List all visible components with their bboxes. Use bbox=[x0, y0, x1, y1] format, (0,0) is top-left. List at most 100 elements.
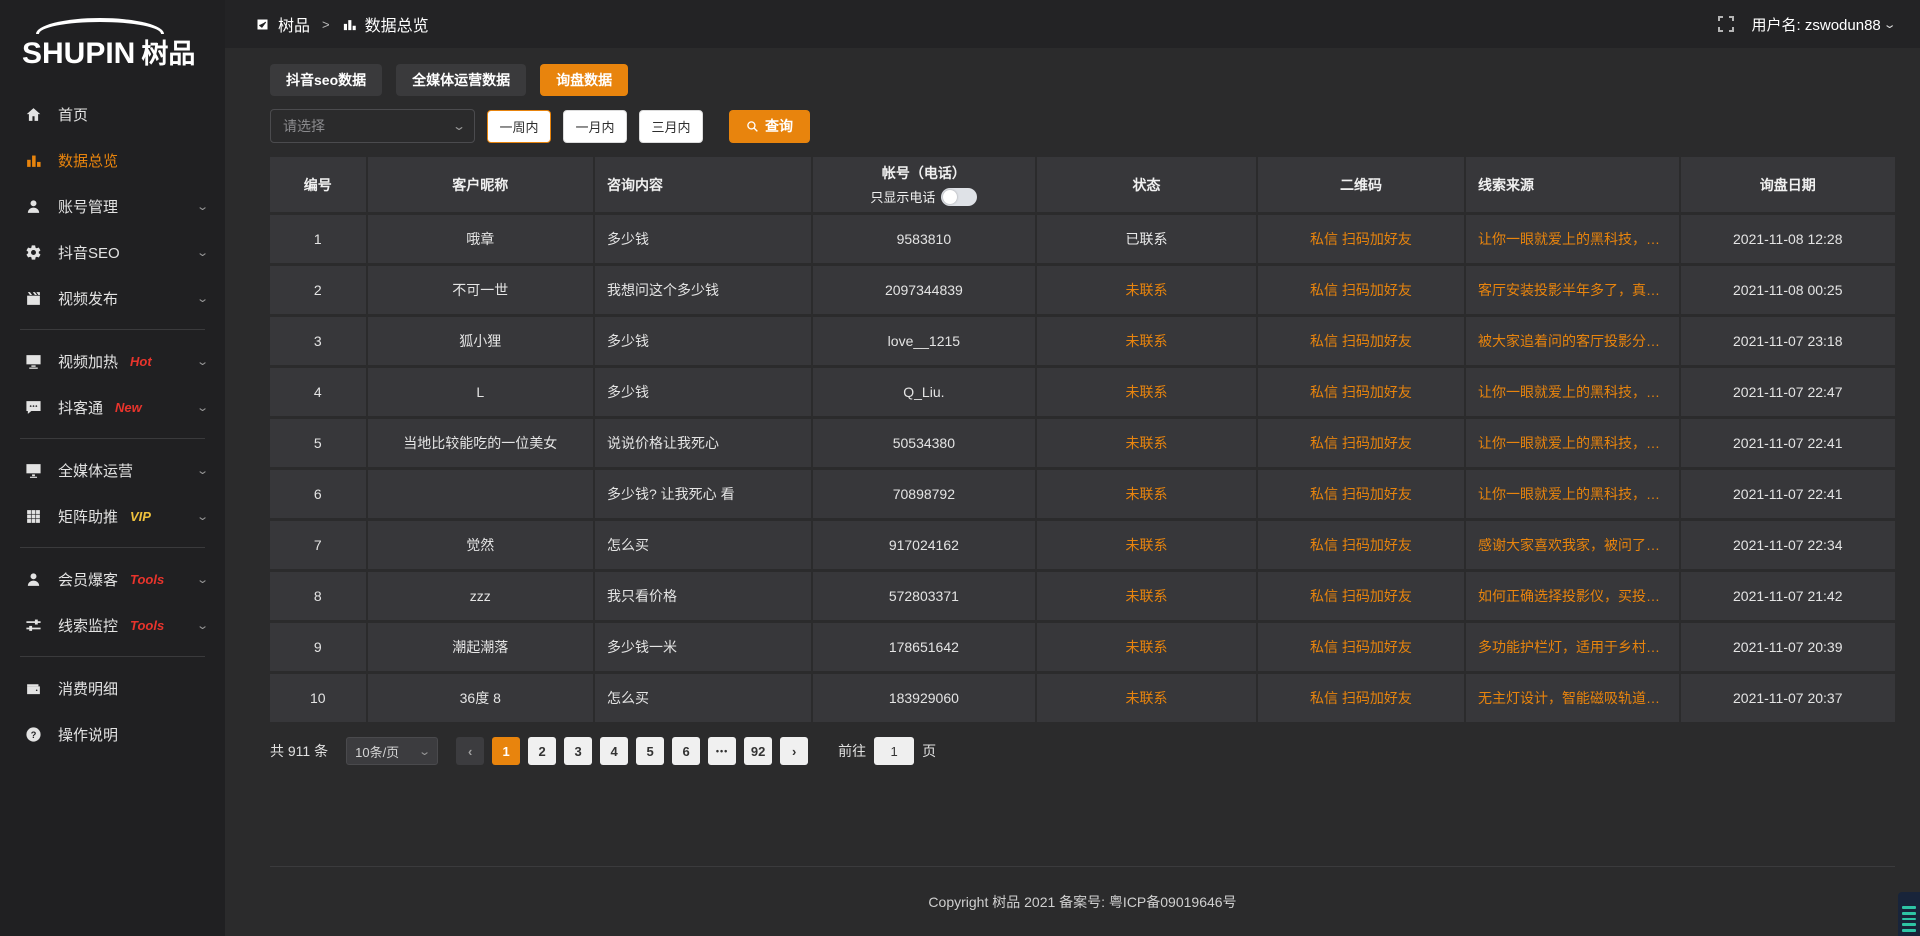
query-button[interactable]: 查询 bbox=[729, 110, 810, 143]
sidebar-item-video-heat[interactable]: 视频加热 Hot ⌄ bbox=[0, 338, 225, 384]
source-link[interactable]: 多功能护栏灯，适用于乡村文... bbox=[1466, 623, 1681, 674]
more-pages-button[interactable]: ••• bbox=[708, 737, 736, 765]
cell-nickname bbox=[368, 470, 596, 521]
breadcrumb-root[interactable]: 树品 bbox=[278, 12, 310, 36]
cell-account: 183929060 bbox=[813, 674, 1037, 725]
sidebar-item-douyin-seo[interactable]: 抖音SEO ⌄ bbox=[0, 229, 225, 275]
breadcrumb-separator: > bbox=[322, 17, 330, 32]
qrcode-link[interactable]: 私信 扫码加好友 bbox=[1258, 266, 1466, 317]
total-count: 共 911 条 bbox=[270, 741, 328, 761]
pagination: 共 911 条 10条/页 ⌄ ‹ 1 2 3 4 5 6 ••• 92 › 前… bbox=[270, 737, 1895, 765]
user-menu[interactable]: 用户名: zswodun88 ⌄ bbox=[1752, 14, 1894, 35]
page-button-4[interactable]: 4 bbox=[600, 737, 628, 765]
sidebar-item-doukeotong[interactable]: 抖客通 New ⌄ bbox=[0, 384, 225, 430]
sidebar-item-matrix-boost[interactable]: 矩阵助推 VIP ⌄ bbox=[0, 493, 225, 539]
cell-nickname: 觉然 bbox=[368, 521, 596, 572]
qrcode-link[interactable]: 私信 扫码加好友 bbox=[1258, 215, 1466, 266]
tab-inquiry-data[interactable]: 询盘数据 bbox=[540, 64, 628, 96]
col-source: 线索来源 bbox=[1466, 157, 1681, 215]
sidebar-item-instructions[interactable]: ? 操作说明 bbox=[0, 711, 225, 757]
main-content: 抖音seo数据 全媒体运营数据 询盘数据 请选择 ⌄ 一周内 一月内 三月内 查… bbox=[225, 48, 1920, 936]
tools-badge: Tools bbox=[130, 618, 164, 633]
qrcode-link[interactable]: 私信 扫码加好友 bbox=[1258, 572, 1466, 623]
page-button-5[interactable]: 5 bbox=[636, 737, 664, 765]
range-week-button[interactable]: 一周内 bbox=[487, 110, 551, 143]
source-link[interactable]: 无主灯设计，智能磁吸轨道灯... bbox=[1466, 674, 1681, 725]
source-link[interactable]: 被大家追着问的客厅投影分享... bbox=[1466, 317, 1681, 368]
page-button-2[interactable]: 2 bbox=[528, 737, 556, 765]
table-row: 7 觉然 怎么买 917024162 未联系 私信 扫码加好友 感谢大家喜欢我家… bbox=[270, 521, 1895, 572]
user-icon bbox=[24, 570, 42, 588]
qrcode-link[interactable]: 私信 扫码加好友 bbox=[1258, 674, 1466, 725]
sidebar-item-data-overview[interactable]: 数据总览 bbox=[0, 137, 225, 183]
sidebar-item-home[interactable]: 首页 bbox=[0, 91, 225, 137]
page-button-92[interactable]: 92 bbox=[744, 737, 772, 765]
tab-media-ops-data[interactable]: 全媒体运营数据 bbox=[396, 64, 526, 96]
table-row: 2 不可一世 我想问这个多少钱 2097344839 未联系 私信 扫码加好友 … bbox=[270, 266, 1895, 317]
chevron-down-icon: ⌄ bbox=[196, 401, 209, 414]
username-label: 用户名: zswodun88 bbox=[1752, 14, 1881, 35]
prev-page-button[interactable]: ‹ bbox=[456, 737, 484, 765]
brand-logo: SHUPIN 树品 bbox=[0, 0, 225, 81]
goto-page-input[interactable] bbox=[874, 737, 914, 765]
qrcode-link[interactable]: 私信 扫码加好友 bbox=[1258, 470, 1466, 521]
search-icon bbox=[746, 120, 759, 133]
sidebar-item-media-ops[interactable]: 全媒体运营 ⌄ bbox=[0, 447, 225, 493]
col-account: 帐号（电话） 只显示电话 bbox=[813, 157, 1037, 215]
cell-id: 10 bbox=[270, 674, 368, 725]
sidebar-divider bbox=[20, 656, 205, 657]
col-account-label: 帐号（电话） bbox=[825, 163, 1023, 183]
cell-content: 多少钱 bbox=[595, 215, 813, 266]
source-link[interactable]: 让你一眼就爱上的黑科技，能... bbox=[1466, 368, 1681, 419]
page-button-1[interactable]: 1 bbox=[492, 737, 520, 765]
tab-douyin-seo-data[interactable]: 抖音seo数据 bbox=[270, 64, 382, 96]
source-link[interactable]: 如何正确选择投影仪，买投影... bbox=[1466, 572, 1681, 623]
chevron-down-icon: ⌄ bbox=[196, 200, 209, 213]
source-link[interactable]: 客厅安装投影半年多了，真实... bbox=[1466, 266, 1681, 317]
cell-status: 未联系 bbox=[1037, 266, 1258, 317]
gear-icon bbox=[24, 243, 42, 261]
col-id: 编号 bbox=[270, 157, 368, 215]
qrcode-link[interactable]: 私信 扫码加好友 bbox=[1258, 521, 1466, 572]
cell-nickname: 不可一世 bbox=[368, 266, 596, 317]
qrcode-link[interactable]: 私信 扫码加好友 bbox=[1258, 317, 1466, 368]
new-badge: New bbox=[115, 400, 142, 415]
sidebar-item-label: 视频发布 bbox=[58, 288, 118, 309]
sidebar-item-account-mgmt[interactable]: 账号管理 ⌄ bbox=[0, 183, 225, 229]
page-size-select[interactable]: 10条/页 ⌄ bbox=[346, 737, 438, 765]
sidebar-item-member-baoke[interactable]: 会员爆客 Tools ⌄ bbox=[0, 556, 225, 602]
cell-content: 我只看价格 bbox=[595, 572, 813, 623]
source-link[interactable]: 感谢大家喜欢我家，被问了好... bbox=[1466, 521, 1681, 572]
floating-widget[interactable] bbox=[1898, 892, 1920, 936]
sidebar-item-video-publish[interactable]: 视频发布 ⌄ bbox=[0, 275, 225, 321]
sidebar-item-consumption[interactable]: 消费明细 bbox=[0, 665, 225, 711]
range-quarter-button[interactable]: 三月内 bbox=[639, 110, 703, 143]
col-qrcode: 二维码 bbox=[1258, 157, 1466, 215]
page-button-3[interactable]: 3 bbox=[564, 737, 592, 765]
table-row: 9 潮起潮落 多少钱一米 178651642 未联系 私信 扫码加好友 多功能护… bbox=[270, 623, 1895, 674]
cell-content: 多少钱 bbox=[595, 368, 813, 419]
sidebar-item-lead-monitor[interactable]: 线索监控 Tools ⌄ bbox=[0, 602, 225, 648]
goto-suffix: 页 bbox=[922, 741, 936, 761]
sidebar-item-label: 消费明细 bbox=[58, 678, 118, 699]
source-link[interactable]: 让你一眼就爱上的黑科技，能... bbox=[1466, 215, 1681, 266]
sidebar-item-label: 全媒体运营 bbox=[58, 460, 133, 481]
table-row: 8 zzz 我只看价格 572803371 未联系 私信 扫码加好友 如何正确选… bbox=[270, 572, 1895, 623]
chat-icon bbox=[24, 398, 42, 416]
page-button-6[interactable]: 6 bbox=[672, 737, 700, 765]
source-link[interactable]: 让你一眼就爱上的黑科技，能... bbox=[1466, 470, 1681, 521]
account-select[interactable]: 请选择 ⌄ bbox=[270, 109, 475, 143]
range-month-button[interactable]: 一月内 bbox=[563, 110, 627, 143]
cell-content: 怎么买 bbox=[595, 521, 813, 572]
source-link[interactable]: 让你一眼就爱上的黑科技，能... bbox=[1466, 419, 1681, 470]
chevron-down-icon: ⌄ bbox=[196, 292, 209, 305]
qrcode-link[interactable]: 私信 扫码加好友 bbox=[1258, 623, 1466, 674]
qrcode-link[interactable]: 私信 扫码加好友 bbox=[1258, 419, 1466, 470]
table-row: 1 哦章 多少钱 9583810 已联系 私信 扫码加好友 让你一眼就爱上的黑科… bbox=[270, 215, 1895, 266]
next-page-button[interactable]: › bbox=[780, 737, 808, 765]
cell-status: 未联系 bbox=[1037, 368, 1258, 419]
phone-only-toggle[interactable] bbox=[941, 188, 977, 206]
fullscreen-icon[interactable] bbox=[1718, 16, 1734, 32]
question-icon: ? bbox=[24, 725, 42, 743]
qrcode-link[interactable]: 私信 扫码加好友 bbox=[1258, 368, 1466, 419]
